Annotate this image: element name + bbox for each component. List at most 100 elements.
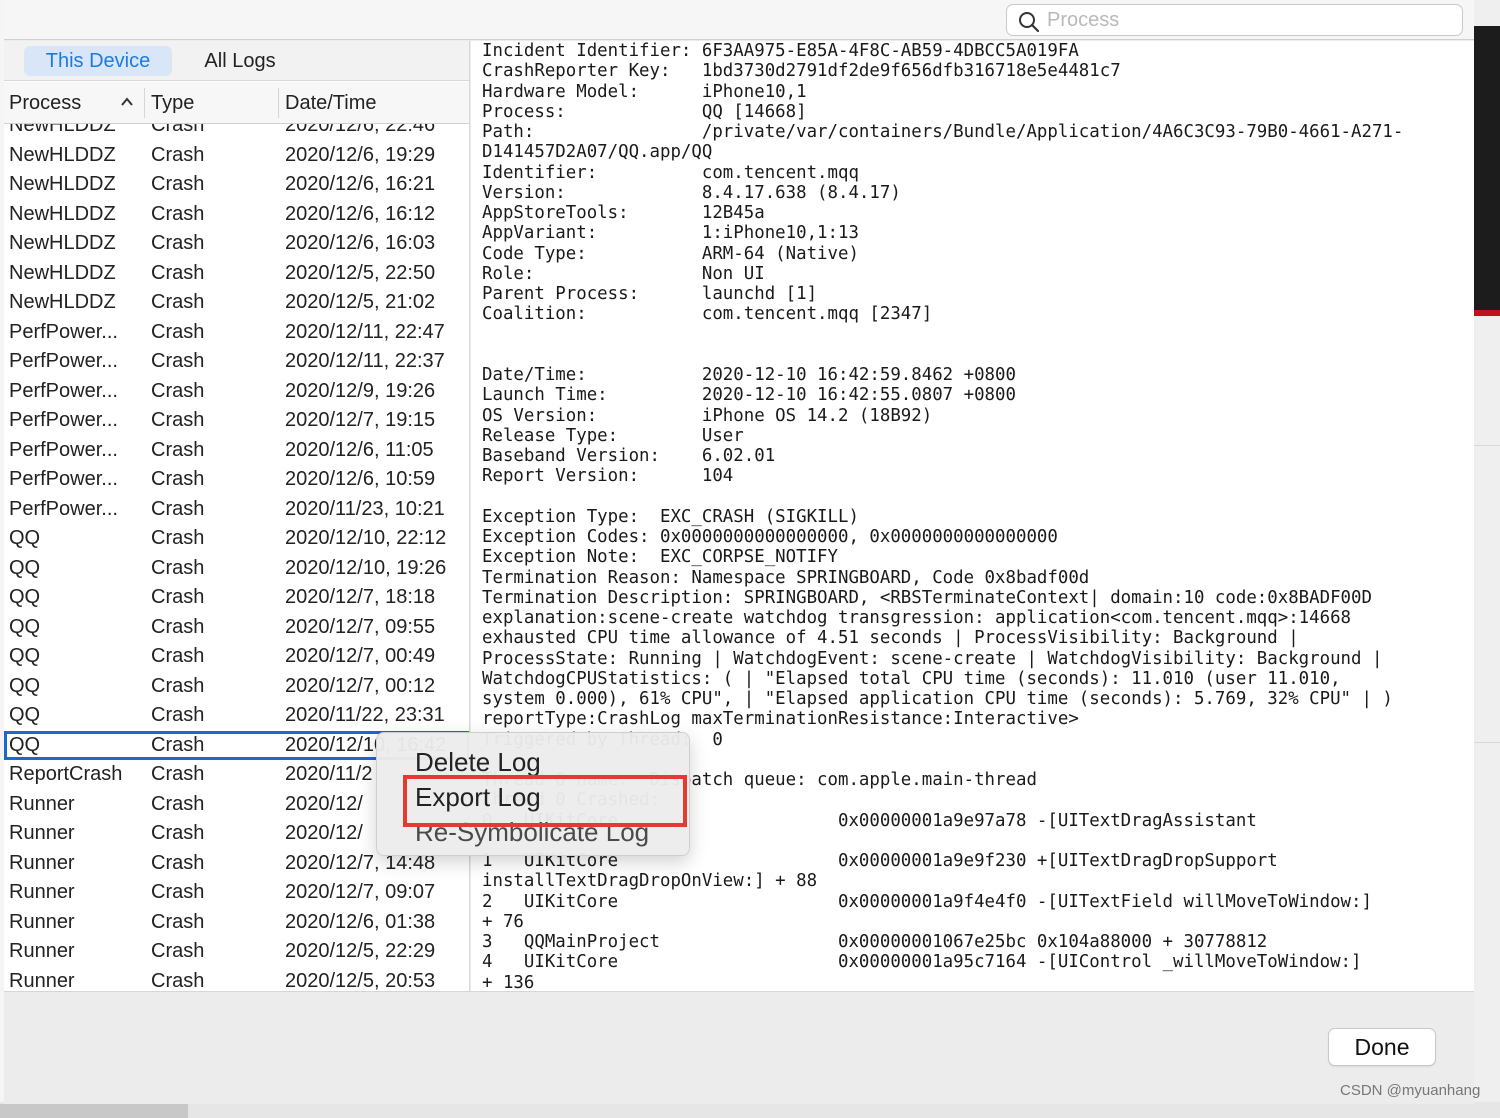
cell-type: Crash (151, 468, 205, 490)
device-logs-window: NewHLDDZCrash2020/12/6, 22:46NewHLDDZCra… (4, 0, 1474, 1104)
cell-process: NewHLDDZ (9, 261, 116, 284)
cell-datetime: 2020/12/7, 00:12 (285, 674, 436, 697)
table-row[interactable]: NewHLDDZ Crash 2020/12/6, 16:12 (4, 200, 469, 230)
cell-process: PerfPower... (9, 409, 118, 431)
cell-type: Crash (151, 143, 205, 166)
source-segmented-control: This Device All Logs (4, 41, 469, 81)
table-row[interactable]: QQ Crash 2020/12/7, 00:49 (4, 642, 469, 672)
cell-type: Crash (151, 320, 205, 343)
cell-type: Crash (151, 674, 205, 697)
cell-type: Crash (151, 586, 205, 608)
cell-process: QQ (9, 704, 41, 726)
cell-datetime: 2020/12/6, 16:12 (285, 202, 436, 225)
table-row[interactable]: Runner Crash 2020/12/5, 20:53 (4, 967, 469, 992)
column-header-type[interactable]: Type (151, 82, 194, 124)
cell-process: NewHLDDZ (9, 202, 116, 225)
cell-datetime: 2020/12/7, 00:49 (285, 645, 436, 667)
watermark: CSDN @myuanhang (1340, 1082, 1481, 1099)
cell-datetime: 2020/11/22, 23:31 (285, 704, 445, 726)
table-row[interactable]: PerfPower... Crash 2020/12/9, 19:26 (4, 377, 469, 407)
cell-datetime: 2020/12/5, 20:53 (285, 969, 436, 992)
cell-type: Crash (151, 202, 205, 225)
cell-type: Crash (151, 261, 205, 284)
cell-datetime: 2020/11/23, 10:21 (285, 497, 445, 520)
cell-datetime: 2020/12/5, 22:50 (285, 261, 436, 284)
table-row[interactable]: PerfPower... Crash 2020/12/11, 22:37 (4, 347, 469, 377)
cell-datetime: 2020/12/7, 19:15 (285, 409, 436, 431)
table-row[interactable]: NewHLDDZ Crash 2020/12/6, 19:29 (4, 141, 469, 171)
done-button[interactable]: Done (1328, 1028, 1436, 1066)
table-row[interactable]: QQ Crash 2020/12/7, 09:55 (4, 613, 469, 643)
cell-datetime: 2020/12/11, 22:37 (285, 350, 445, 372)
cell-type: Crash (151, 881, 205, 903)
menu-item-delete-log[interactable]: Delete Log (415, 745, 541, 779)
cell-datetime: 2020/12/6, 16:21 (285, 173, 436, 195)
column-divider[interactable] (278, 88, 279, 118)
cell-datetime: 2020/12/11, 22:47 (285, 320, 445, 343)
cell-type: Crash (151, 615, 205, 638)
cell-process: PerfPower... (9, 350, 118, 372)
cell-type: Crash (151, 763, 205, 785)
cell-datetime: 2020/12/10, 22:12 (285, 527, 447, 549)
cell-process: Runner (9, 940, 75, 962)
context-menu: Delete Log Export Log Re-Symbolicate Log (376, 732, 690, 856)
search-field[interactable] (1006, 4, 1463, 36)
tab-this-device[interactable]: This Device (24, 46, 172, 76)
background-phone-image (1474, 26, 1500, 316)
cell-type: Crash (151, 350, 205, 372)
cell-process: PerfPower... (9, 438, 118, 461)
cell-type: Crash (151, 645, 205, 667)
cell-datetime: 2020/12/7, 09:07 (285, 881, 436, 903)
cell-process: Runner (9, 910, 75, 933)
background-divider (1474, 742, 1500, 743)
background-bottom-bar (0, 1104, 188, 1118)
cell-process: QQ (9, 556, 41, 579)
cell-process: QQ (9, 645, 41, 667)
bottom-bar: Done (4, 991, 1474, 1104)
cell-process: Runner (9, 851, 75, 874)
cell-type: Crash (151, 940, 205, 962)
column-divider[interactable] (144, 88, 145, 118)
table-row[interactable]: PerfPower... Crash 2020/11/23, 10:21 (4, 495, 469, 525)
cell-process: PerfPower... (9, 497, 118, 520)
table-row[interactable]: NewHLDDZ Crash 2020/12/5, 21:02 (4, 288, 469, 318)
table-row[interactable]: QQ Crash 2020/12/10, 19:26 (4, 554, 469, 584)
search-input[interactable] (1047, 9, 1447, 31)
highlight-annotation-box (403, 775, 687, 827)
cell-type: Crash (151, 497, 205, 520)
table-row[interactable]: Runner Crash 2020/12/5, 22:29 (4, 937, 469, 967)
table-row[interactable]: QQ Crash 2020/12/7, 18:18 (4, 583, 469, 613)
cell-type: Crash (151, 527, 205, 549)
cell-datetime: 2020/12/6, 10:59 (285, 468, 436, 490)
cell-datetime: 2020/12/9, 19:26 (285, 379, 436, 402)
table-row[interactable]: PerfPower... Crash 2020/12/11, 22:47 (4, 318, 469, 348)
background-bottom (0, 1102, 1500, 1118)
cell-type: Crash (151, 733, 205, 756)
column-header: Process Type Date/Time (4, 82, 469, 124)
sort-ascending-icon[interactable] (120, 96, 134, 108)
table-row[interactable]: QQ Crash 2020/12/7, 00:12 (4, 672, 469, 702)
cell-process: QQ (9, 527, 41, 549)
table-row[interactable]: QQ Crash 2020/12/10, 22:12 (4, 524, 469, 554)
table-row[interactable]: PerfPower... Crash 2020/12/6, 10:59 (4, 465, 469, 495)
table-row[interactable]: NewHLDDZ Crash 2020/12/6, 16:21 (4, 170, 469, 200)
table-row[interactable]: NewHLDDZ Crash 2020/12/5, 22:50 (4, 259, 469, 289)
table-row[interactable]: Runner Crash 2020/12/6, 01:38 (4, 908, 469, 938)
cell-type: Crash (151, 438, 205, 461)
cell-datetime: 2020/12/6, 16:03 (285, 232, 436, 254)
cell-type: Crash (151, 291, 205, 313)
column-header-datetime[interactable]: Date/Time (285, 82, 377, 124)
cell-type: Crash (151, 704, 205, 726)
cell-process: NewHLDDZ (9, 291, 116, 313)
table-row[interactable]: NewHLDDZ Crash 2020/12/6, 16:03 (4, 229, 469, 259)
table-row[interactable]: PerfPower... Crash 2020/12/7, 19:15 (4, 406, 469, 436)
table-row[interactable]: QQ Crash 2020/11/22, 23:31 (4, 701, 469, 731)
table-row[interactable]: Runner Crash 2020/12/7, 09:07 (4, 878, 469, 908)
tab-all-logs[interactable]: All Logs (190, 46, 290, 76)
table-row[interactable]: PerfPower... Crash 2020/12/6, 11:05 (4, 436, 469, 466)
cell-datetime: 2020/12/6, 11:05 (285, 438, 434, 461)
cell-process: Runner (9, 822, 75, 844)
cell-process: NewHLDDZ (9, 143, 116, 166)
background-divider (1474, 445, 1500, 446)
column-header-process[interactable]: Process (9, 82, 81, 124)
